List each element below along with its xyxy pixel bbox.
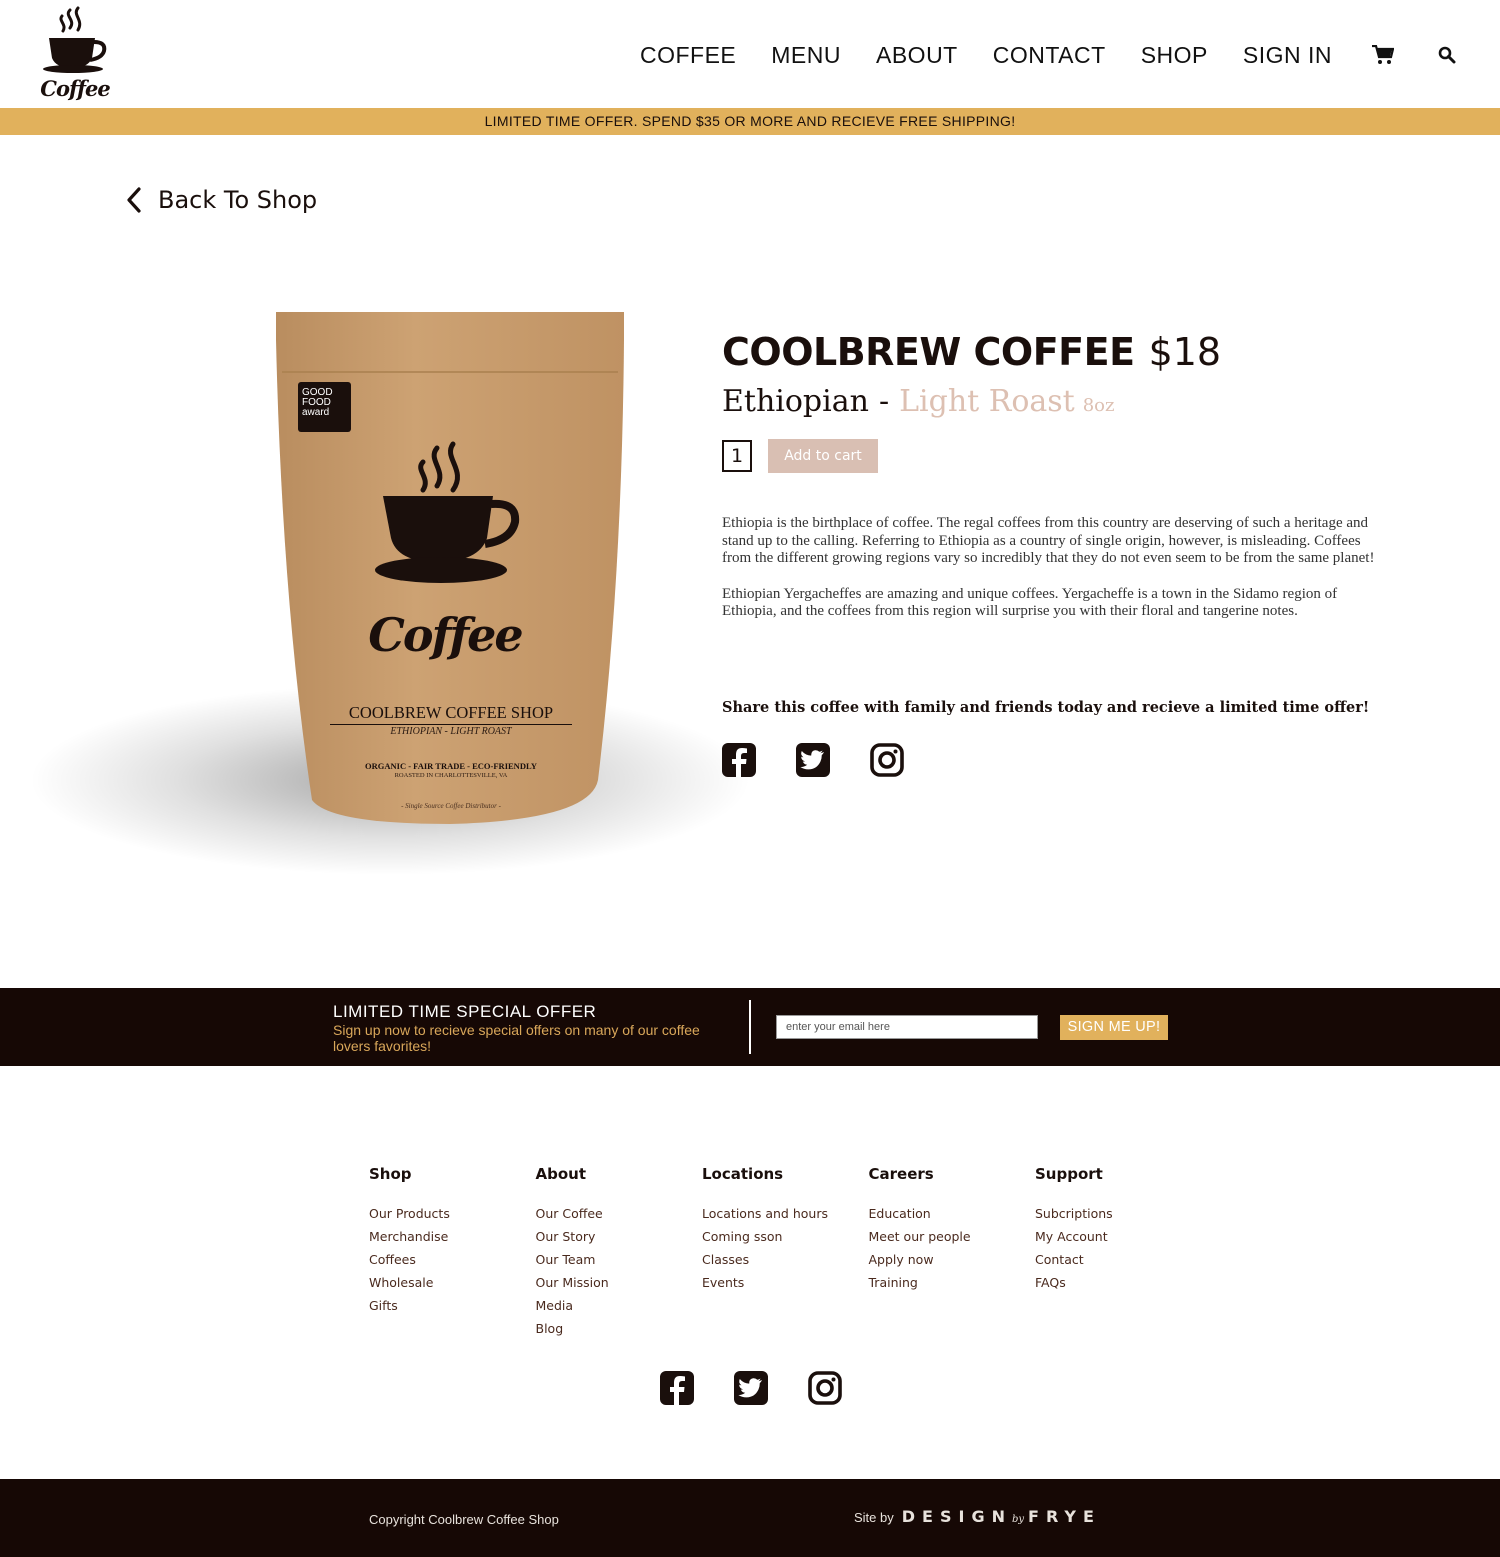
bag-tagline: - Single Source Coffee Distributor -	[401, 802, 501, 810]
product-subtitle: Ethiopian - Light Roast 8oz	[722, 384, 1382, 419]
footer-heading: About	[535, 1165, 587, 1183]
back-to-shop-label: Back To Shop	[158, 186, 318, 214]
bottom-bar: Copyright Coolbrew Coffee Shop Site by D…	[0, 1479, 1500, 1557]
instagram-icon[interactable]	[808, 1370, 842, 1406]
footer-link[interactable]: Our Products	[369, 1205, 536, 1228]
add-to-cart-row: 1 Add to cart	[722, 439, 1382, 473]
designer-name-first: DESIGN	[901, 1507, 1012, 1526]
bag-shop-name: COOLBREW COFFEE SHOP	[330, 703, 572, 725]
subtitle-separator: -	[878, 384, 890, 419]
newsletter-band: LIMITED TIME SPECIAL OFFER Sign up now t…	[0, 988, 1500, 1066]
promo-banner: LIMITED TIME OFFER. SPEND $35 OR MORE AN…	[0, 108, 1500, 135]
footer-social-links	[660, 1370, 882, 1406]
footer-link[interactable]: Gifts	[369, 1297, 536, 1320]
site-header: Coffee COFFEE MENU ABOUT CONTACT SHOP SI…	[0, 0, 1500, 108]
twitter-icon[interactable]	[734, 1370, 768, 1406]
add-to-cart-button[interactable]: Add to cart	[768, 439, 878, 473]
footer-link[interactable]: FAQs	[1035, 1274, 1202, 1297]
email-field[interactable]	[776, 1015, 1038, 1039]
logo-text: Coffee	[40, 76, 111, 101]
product-description: Ethiopia is the birthplace of coffee. Th…	[722, 515, 1382, 621]
nav-coffee[interactable]: COFFEE	[640, 40, 736, 70]
award-badge-text: GOOD FOOD award	[302, 387, 333, 418]
sign-up-button[interactable]: SIGN ME UP!	[1060, 1015, 1168, 1040]
nav-shop[interactable]: SHOP	[1141, 40, 1208, 70]
bag-tags: ORGANIC - FAIR TRADE - ECO-FRIENDLY	[365, 761, 537, 771]
footer-link[interactable]: Subcriptions	[1035, 1205, 1202, 1228]
footer-columns: Shop Our Products Merchandise Coffees Wh…	[369, 1165, 1202, 1343]
site-by-label: Site by	[854, 1510, 894, 1525]
footer-link[interactable]: Merchandise	[369, 1228, 536, 1251]
product-image: GOOD FOOD award Coffee COOLBREW COFFEE S…	[30, 300, 750, 900]
newsletter-divider	[749, 1000, 751, 1054]
footer-link[interactable]: Apply now	[869, 1251, 1036, 1274]
footer-heading: Support	[1035, 1165, 1103, 1183]
footer-link[interactable]: Education	[869, 1205, 1036, 1228]
footer-link[interactable]: Classes	[702, 1251, 869, 1274]
share-text: Share this coffee with family and friend…	[722, 699, 1370, 716]
footer-link[interactable]: My Account	[1035, 1228, 1202, 1251]
footer-column-shop: Shop Our Products Merchandise Coffees Wh…	[369, 1165, 536, 1343]
description-paragraph: Ethiopia is the birthplace of coffee. Th…	[722, 515, 1375, 566]
product-info: COOLBREW COFFEE $18 Ethiopian - Light Ro…	[722, 330, 1382, 639]
footer-link[interactable]: Our Coffee	[536, 1205, 703, 1228]
footer-link[interactable]: Training	[869, 1274, 1036, 1297]
footer-link[interactable]: Locations and hours	[702, 1205, 869, 1228]
facebook-icon[interactable]	[660, 1370, 694, 1406]
logo[interactable]: Coffee	[40, 6, 111, 102]
cart-icon[interactable]	[1370, 42, 1396, 68]
nav-menu[interactable]: MENU	[771, 40, 841, 70]
instagram-icon[interactable]	[870, 742, 904, 778]
award-badge: GOOD FOOD award	[300, 388, 348, 418]
newsletter-title: LIMITED TIME SPECIAL OFFER	[333, 1002, 597, 1021]
footer-heading: Shop	[369, 1165, 412, 1183]
description-paragraph: Ethiopian Yergacheffes are amazing and u…	[722, 585, 1338, 620]
search-icon[interactable]	[1434, 42, 1460, 68]
footer-link[interactable]: Our Mission	[536, 1274, 703, 1297]
footer-link[interactable]: Coming sson	[702, 1228, 869, 1251]
chevron-left-icon	[127, 187, 141, 213]
footer-link[interactable]: Meet our people	[869, 1228, 1036, 1251]
quantity-input[interactable]: 1	[722, 440, 752, 472]
copyright-text: Copyright Coolbrew Coffee Shop	[369, 1512, 559, 1527]
footer-column-careers: Careers Education Meet our people Apply …	[869, 1165, 1036, 1343]
footer-link[interactable]: Media	[536, 1297, 703, 1320]
footer-column-support: Support Subcriptions My Account Contact …	[1035, 1165, 1202, 1343]
bag-roasted: ROASTED IN CHARLOTTESVILLE, VA	[394, 772, 508, 779]
product-roast: Light Roast	[899, 384, 1075, 419]
designer-credit[interactable]: Site by DESIGN by FRYE	[854, 1507, 1101, 1526]
footer-column-locations: Locations Locations and hours Coming sso…	[702, 1165, 869, 1343]
facebook-icon[interactable]	[722, 742, 756, 778]
bag-cup-icon	[375, 441, 520, 583]
footer-link[interactable]: Our Team	[536, 1251, 703, 1274]
product-origin: Ethiopian	[722, 384, 869, 419]
nav-sign-in[interactable]: SIGN IN	[1243, 40, 1332, 70]
footer-link[interactable]: Wholesale	[369, 1274, 536, 1297]
product-size: 8oz	[1082, 395, 1115, 416]
footer-link[interactable]: Our Story	[536, 1228, 703, 1251]
bag-brand-script: Coffee	[368, 608, 523, 662]
footer-link[interactable]: Events	[702, 1274, 869, 1297]
main-nav: COFFEE MENU ABOUT CONTACT SHOP SIGN IN	[605, 40, 1460, 70]
product-name: COOLBREW COFFEE	[722, 330, 1135, 374]
footer-column-about: About Our Coffee Our Story Our Team Our …	[536, 1165, 703, 1343]
footer-heading: Careers	[868, 1165, 934, 1183]
nav-about[interactable]: ABOUT	[876, 40, 958, 70]
footer-link[interactable]: Blog	[536, 1320, 703, 1343]
footer-heading: Locations	[702, 1165, 784, 1183]
nav-contact[interactable]: CONTACT	[993, 40, 1106, 70]
product-price: $18	[1148, 330, 1222, 374]
product-title-line: COOLBREW COFFEE $18	[722, 330, 1382, 374]
designer-name-last: FRYE	[1028, 1507, 1101, 1526]
newsletter-subtitle: Sign up now to recieve special offers on…	[333, 1022, 700, 1054]
back-to-shop-link[interactable]: Back To Shop	[124, 186, 317, 214]
share-social-links	[722, 742, 944, 778]
footer-link[interactable]: Coffees	[369, 1251, 536, 1274]
footer-link[interactable]: Contact	[1035, 1251, 1202, 1274]
twitter-icon[interactable]	[796, 742, 830, 778]
designer-by: by	[1011, 1514, 1025, 1525]
coffee-cup-logo-icon	[43, 6, 107, 73]
bag-variety: ETHIOPIAN - LIGHT ROAST	[390, 726, 512, 737]
